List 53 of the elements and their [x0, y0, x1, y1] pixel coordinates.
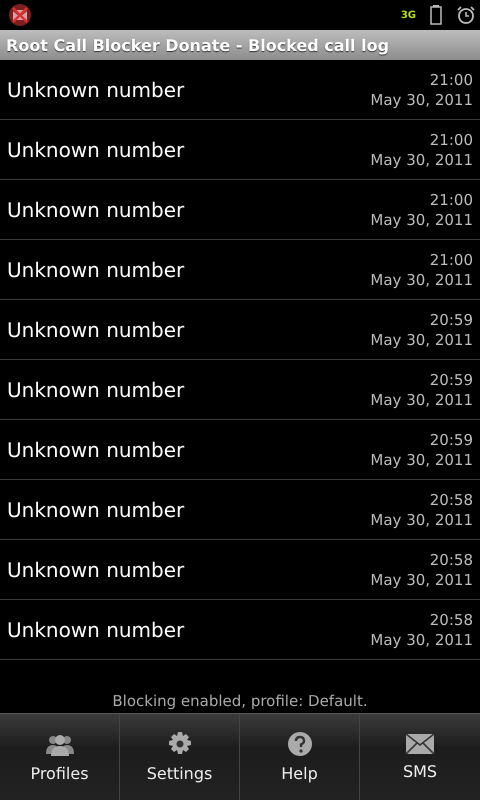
caller-name: Unknown number: [7, 498, 184, 522]
caller-name: Unknown number: [7, 318, 184, 342]
call-date: May 30, 2011: [370, 210, 473, 228]
call-time: 20:58: [430, 550, 473, 568]
envelope-icon: [406, 734, 434, 754]
call-log-row[interactable]: Unknown number 21:00 May 30, 2011: [0, 60, 480, 120]
caller-name: Unknown number: [7, 138, 184, 162]
menu-item[interactable]: Profiles: [0, 714, 120, 800]
menu-item[interactable]: Help: [240, 714, 360, 800]
caller-name: Unknown number: [7, 78, 184, 102]
call-log-row[interactable]: Unknown number 20:59 May 30, 2011: [0, 360, 480, 420]
call-time: 20:59: [430, 430, 473, 448]
call-time: 21:00: [430, 190, 473, 208]
caller-name: Unknown number: [7, 378, 184, 402]
call-time: 21:00: [430, 130, 473, 148]
call-log-row[interactable]: Unknown number 20:59 May 30, 2011: [0, 420, 480, 480]
menu-item[interactable]: SMS: [360, 714, 480, 800]
caller-name: Unknown number: [7, 618, 184, 642]
battery-icon: [430, 5, 442, 25]
help-icon: [288, 732, 312, 756]
alarm-clock-icon: [456, 5, 476, 25]
call-time: 20:59: [430, 310, 473, 328]
call-log-row[interactable]: Unknown number 21:00 May 30, 2011: [0, 120, 480, 180]
call-date: May 30, 2011: [370, 150, 473, 168]
call-date: May 30, 2011: [370, 270, 473, 288]
menu-item[interactable]: Settings: [120, 714, 240, 800]
call-log-row[interactable]: Unknown number 20:58 May 30, 2011: [0, 480, 480, 540]
call-date: May 30, 2011: [370, 570, 473, 588]
call-time: 21:00: [430, 250, 473, 268]
call-date: May 30, 2011: [370, 330, 473, 348]
caller-name: Unknown number: [7, 198, 184, 222]
call-time: 20:58: [430, 490, 473, 508]
call-date: May 30, 2011: [370, 450, 473, 468]
window-title: Root Call Blocker Donate - Blocked call log: [6, 36, 390, 54]
call-date: May 30, 2011: [370, 630, 473, 648]
call-date: May 30, 2011: [370, 90, 473, 108]
call-log-row[interactable]: Unknown number 21:00 May 30, 2011: [0, 180, 480, 240]
settings-icon: [168, 732, 192, 756]
call-time: 20:58: [430, 610, 473, 628]
call-date: May 30, 2011: [370, 510, 473, 528]
call-date: May 30, 2011: [370, 390, 473, 408]
caller-name: Unknown number: [7, 438, 184, 462]
call-log-row[interactable]: Unknown number 21:00 May 30, 2011: [0, 240, 480, 300]
call-time: 21:00: [430, 70, 473, 88]
network-type: 3G: [400, 10, 416, 20]
call-log-row[interactable]: Unknown number 20:59 May 30, 2011: [0, 300, 480, 360]
call-log-row[interactable]: Unknown number 20:58 May 30, 2011: [0, 600, 480, 660]
caller-name: Unknown number: [7, 258, 184, 282]
status-message: Blocking enabled, profile: Default.: [112, 692, 368, 710]
caller-name: Unknown number: [7, 558, 184, 582]
call-time: 20:59: [430, 370, 473, 388]
blocked-message-icon: [8, 3, 32, 27]
call-log-row[interactable]: Unknown number 20:58 May 30, 2011: [0, 540, 480, 600]
